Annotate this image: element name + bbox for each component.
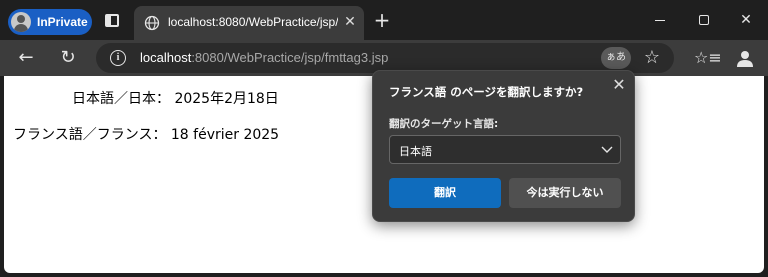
tab-close-icon[interactable]: ✕ (342, 13, 358, 31)
popup-close-icon[interactable]: ✕ (611, 77, 627, 93)
target-language-label: 翻訳のターゲット言語: (389, 118, 499, 130)
address-url[interactable]: localhost:8080/WebPractice/jsp/fmttag3.j… (140, 50, 388, 65)
tab-title: localhost:8080/WebPractice/jsp/fmttag3.j… (168, 15, 338, 29)
favorite-star-icon[interactable]: ☆ (642, 47, 662, 69)
translate-icon[interactable]: ぁあ (601, 47, 631, 69)
chevron-down-icon (601, 146, 613, 153)
tab-actions-icon[interactable] (105, 14, 119, 27)
url-host: localhost (140, 50, 192, 65)
french-date-line: フランス語／フランス： 18 février 2025 (13, 127, 280, 143)
active-tab[interactable]: localhost:8080/WebPractice/jsp/fmttag3.j… (134, 6, 364, 40)
translate-popup: フランス語 のページを翻訳しますか? ✕ 翻訳のターゲット言語: 日本語 翻訳 … (372, 70, 635, 222)
profile-avatar-icon (11, 12, 31, 32)
inprivate-badge[interactable]: InPrivate (8, 9, 92, 35)
window-close-icon[interactable]: ✕ (734, 10, 758, 30)
selected-language: 日本語 (399, 145, 432, 158)
info-icon[interactable]: i (110, 50, 126, 66)
profile-icon[interactable] (734, 47, 756, 69)
inprivate-label: InPrivate (37, 15, 88, 29)
new-tab-icon[interactable]: + (372, 10, 392, 30)
target-language-select[interactable]: 日本語 (389, 135, 621, 164)
popup-title: フランス語 のページを翻訳しますか? (389, 85, 584, 99)
favorites-list-icon[interactable]: ☆≡ (694, 48, 722, 68)
url-path: :8080/WebPractice/jsp/fmttag3.jsp (191, 50, 389, 65)
address-bar[interactable]: i localhost:8080/WebPractice/jsp/fmttag3… (96, 43, 674, 73)
tab-strip: InPrivate localhost:8080/WebPractice/jsp… (0, 0, 768, 40)
not-now-button[interactable]: 今は実行しない (509, 178, 621, 208)
translate-button[interactable]: 翻訳 (389, 178, 501, 208)
japanese-date-line: 日本語／日本： 2025年2月18日 (72, 91, 279, 107)
globe-icon (144, 15, 160, 31)
back-arrow-icon[interactable]: ← (16, 48, 36, 68)
reload-icon[interactable]: ↻ (58, 48, 78, 68)
minimize-icon[interactable] (648, 10, 672, 30)
maximize-icon[interactable] (692, 10, 716, 30)
